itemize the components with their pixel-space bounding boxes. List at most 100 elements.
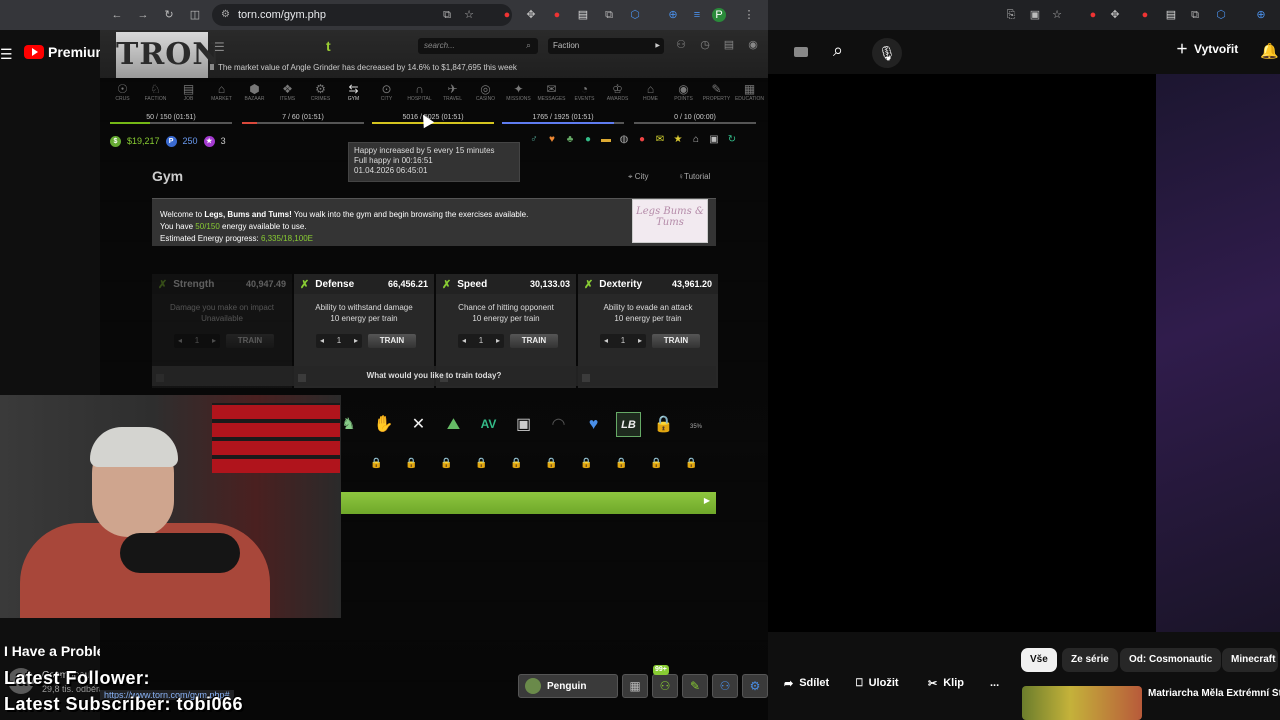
create-button[interactable]: ＋ Vytvořit	[1176, 40, 1238, 57]
lock-icon[interactable]: 🔒	[405, 458, 417, 470]
search-icon[interactable]: ⌕	[822, 40, 854, 66]
extension-red2-icon[interactable]: ●	[550, 8, 564, 22]
more-actions-button[interactable]: ...	[990, 672, 999, 694]
lock-icon[interactable]: 🔒	[510, 458, 522, 470]
download-icon[interactable]: ⊕	[666, 8, 680, 22]
share-button[interactable]: ➦ Sdílet	[784, 672, 829, 694]
status-bar[interactable]: 7 / 60 (01:51)	[242, 114, 364, 126]
defense-quantity-stepper[interactable]: ◂ 1 ▸	[316, 334, 362, 348]
strength-quantity-stepper[interactable]: ◂ 1 ▸	[174, 334, 220, 348]
extension-icon[interactable]: ✥	[524, 8, 538, 22]
nav-item-job[interactable]: ▤ JOB	[172, 82, 205, 106]
chip-minecraft[interactable]: Minecraft	[1222, 648, 1278, 672]
lock-icon[interactable]: 🔒	[475, 458, 487, 470]
extension-box-icon[interactable]: ⧉	[602, 8, 616, 22]
status-bar[interactable]: 50 / 150 (01:51)	[110, 114, 232, 126]
property-icon[interactable]: ◍	[618, 134, 630, 146]
nav-item-education[interactable]: ▦ EDUCATION	[733, 82, 766, 106]
job-icon[interactable]: ♣	[564, 134, 576, 146]
lock-icon[interactable]: 🔒	[685, 458, 697, 470]
nav-item-crus[interactable]: ☉ CRUS	[106, 82, 139, 106]
torn-search-input[interactable]: search...	[418, 38, 538, 54]
download-icon[interactable]: ⊕	[1254, 8, 1268, 22]
chat-users-icon[interactable]: ⚇	[712, 674, 738, 698]
nav-item-property[interactable]: ✎ PROPERTY	[700, 82, 733, 106]
gym-arc-icon[interactable]: ◠	[546, 412, 571, 437]
chip-all[interactable]: Vše	[1021, 648, 1057, 672]
back-icon[interactable]: ←	[110, 8, 124, 22]
lock-icon[interactable]: 🔒	[615, 458, 627, 470]
increment-icon[interactable]: ▸	[354, 334, 358, 348]
install-app-icon[interactable]: ⧉	[440, 8, 454, 22]
merits-value[interactable]: 3	[221, 136, 226, 146]
bank-icon[interactable]: ▬	[600, 134, 612, 146]
gym-heart-icon[interactable]: ♥	[581, 412, 606, 437]
donator-icon[interactable]: ●	[636, 134, 648, 146]
keyboard-icon[interactable]	[794, 47, 808, 57]
status-bar[interactable]: 0 / 10 (00:00)	[634, 114, 756, 126]
site-settings-icon[interactable]: ⚙	[221, 4, 230, 26]
lock-icon[interactable]: 🔒	[545, 458, 557, 470]
decrement-icon[interactable]: ◂	[462, 334, 466, 348]
gym-av-icon[interactable]: AV	[476, 412, 501, 437]
education-icon[interactable]: ●	[582, 134, 594, 146]
video-player[interactable]	[768, 74, 1156, 632]
refresh-icon[interactable]: ↻	[726, 134, 738, 146]
youtube-menu-icon[interactable]: ☰	[0, 46, 13, 63]
faction-select[interactable]: Faction	[548, 38, 664, 54]
gym-cross-icon[interactable]: ✕	[406, 412, 431, 437]
browser-menu-icon[interactable]: ⋮	[742, 8, 756, 22]
profile-avatar[interactable]: P	[712, 8, 726, 22]
chat-settings-icon[interactable]: ⚙	[742, 674, 768, 698]
city-link[interactable]: ⌖ City	[628, 172, 649, 182]
nav-item-items[interactable]: ❖ ITEMS	[271, 82, 304, 106]
search-icon[interactable]: ⌕	[526, 40, 531, 51]
lock-icon[interactable]: 🔒	[370, 458, 382, 470]
screenshot-icon[interactable]: ▣	[1028, 8, 1042, 22]
heart-icon[interactable]: ♥	[546, 134, 558, 146]
nav-item-points[interactable]: ◉ POINTS	[667, 82, 700, 106]
nav-item-messages[interactable]: ✉ MESSAGES	[535, 82, 568, 106]
translate-icon[interactable]: ⎘	[1004, 8, 1018, 22]
nav-item-travel[interactable]: ✈ TRAVEL	[436, 82, 469, 106]
extension-red2-icon[interactable]: ●	[1138, 8, 1152, 22]
hamburger-icon[interactable]: ☰	[214, 40, 225, 54]
bag-icon[interactable]: ▣	[708, 134, 720, 146]
extension-puzzle-icon[interactable]: ⬡	[628, 8, 642, 22]
reading-list-icon[interactable]: ≡	[690, 8, 704, 22]
increment-icon[interactable]: ▸	[638, 334, 642, 348]
nav-item-bazaar[interactable]: ⬢ BAZAAR	[238, 82, 271, 106]
nav-item-home[interactable]: ⌂ HOME	[634, 82, 667, 106]
gym-locked-icon[interactable]: 🔒	[651, 412, 676, 437]
nav-item-casino[interactable]: ◎ CASINO	[469, 82, 502, 106]
gym-hand-icon[interactable]: ✋	[371, 412, 396, 437]
torn-t-icon[interactable]: t	[326, 38, 342, 54]
dexterity-quantity-stepper[interactable]: ◂ 1 ▸	[600, 334, 646, 348]
news-ticker[interactable]: The market value of Angle Grinder has de…	[210, 63, 770, 72]
increment-icon[interactable]: ▸	[496, 334, 500, 348]
chip-from-channel[interactable]: Od: Cosmonautic	[1120, 648, 1222, 672]
extension-box-icon[interactable]: ⧉	[1188, 8, 1202, 22]
nav-item-hospital[interactable]: ∩ HOSPITAL	[403, 82, 436, 106]
lock-icon[interactable]: 🔒	[440, 458, 452, 470]
chip-series[interactable]: Ze série	[1062, 648, 1118, 672]
people-icon[interactable]: ⚇	[674, 38, 688, 52]
notepad-icon[interactable]: ▤	[722, 38, 736, 52]
lock-icon[interactable]: 🔒	[650, 458, 662, 470]
gym-progress-bar[interactable]	[340, 492, 716, 514]
defense-train-button[interactable]: TRAIN	[368, 334, 416, 348]
speed-train-button[interactable]: TRAIN	[510, 334, 558, 348]
decrement-icon[interactable]: ◂	[320, 334, 324, 348]
clip-button[interactable]: ✂ Klip	[928, 672, 964, 694]
star-icon[interactable]: ☆	[1050, 8, 1064, 22]
tutorial-link[interactable]: ♀Tutorial	[678, 172, 710, 181]
torn-logo[interactable]: TRON	[116, 32, 220, 78]
strength-train-button[interactable]: TRAIN	[226, 334, 274, 348]
refresh-icon[interactable]: ↻	[162, 8, 176, 22]
extension-note-icon[interactable]: ▤	[1164, 8, 1178, 22]
chat-grid-icon[interactable]: ▦	[622, 674, 648, 698]
forward-icon[interactable]: →	[136, 8, 150, 22]
extension-red-icon[interactable]: ●	[500, 8, 514, 22]
youtube-logo[interactable]: Premium	[24, 44, 108, 60]
decrement-icon[interactable]: ◂	[178, 334, 182, 348]
